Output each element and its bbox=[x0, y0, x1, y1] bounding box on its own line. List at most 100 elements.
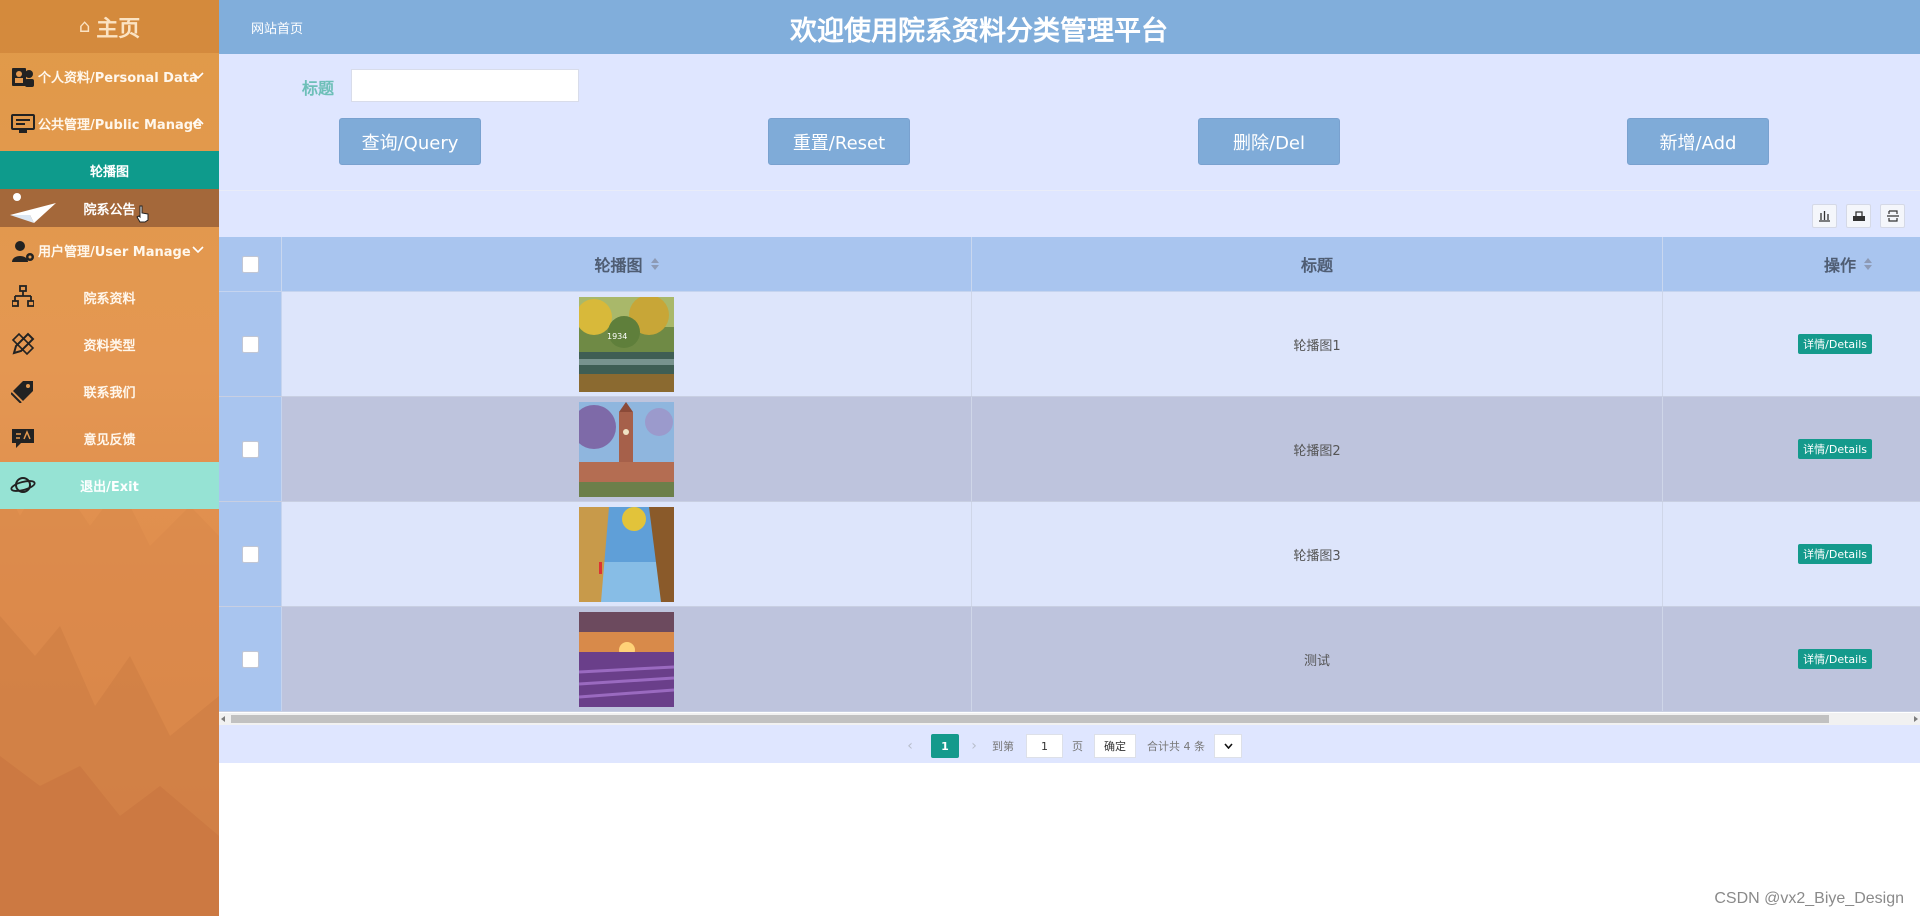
sidebar-subitem-notice[interactable]: 院系公告 bbox=[0, 189, 219, 227]
sidebar-item-exit[interactable]: 退出/Exit bbox=[0, 462, 219, 509]
action-cell: 详情/Details bbox=[1663, 397, 1920, 501]
goto-page-input[interactable]: 1 bbox=[1026, 734, 1063, 758]
row-check-cell bbox=[219, 292, 282, 396]
search-panel: 标题 查询/Query 重置/Reset 删除/Del 新增/Add bbox=[219, 54, 1920, 190]
page-title: 欢迎使用院系资料分类管理平台 bbox=[790, 16, 1168, 47]
watermark: CSDN @vx2_Biye_Design bbox=[1714, 890, 1904, 907]
sidebar-home[interactable]: ⌂ 主页 bbox=[0, 0, 219, 53]
sidebar-item-label: 联系我们 bbox=[83, 386, 136, 401]
sidebar-subitem-carousel[interactable]: 轮播图 bbox=[0, 151, 219, 189]
title-cell: 测试 bbox=[972, 607, 1663, 711]
row-checkbox[interactable] bbox=[241, 545, 259, 563]
sidebar-subitem-label: 院系公告 bbox=[83, 202, 136, 218]
column-header-label: 操作 bbox=[1823, 256, 1856, 275]
title-cell: 轮播图1 bbox=[972, 292, 1663, 396]
prev-page-button[interactable]: ‹ bbox=[903, 734, 917, 758]
print-icon bbox=[1886, 210, 1899, 222]
query-button[interactable]: 查询/Query bbox=[339, 118, 481, 165]
planet-icon bbox=[10, 472, 36, 498]
table-row: 轮播图2 详情/Details bbox=[219, 397, 1920, 502]
print-button[interactable] bbox=[1880, 204, 1905, 228]
sidebar-item-label: 意见反馈 bbox=[83, 433, 136, 448]
goto-prefix-label: 到第 bbox=[992, 740, 1014, 753]
reset-button[interactable]: 重置/Reset bbox=[768, 118, 910, 165]
sidebar-item-feedback[interactable]: 意见反馈 bbox=[0, 415, 219, 462]
carousel-table: 轮播图 标题 操作 1934 轮播图1 详情/Details 轮播图2 详情/D… bbox=[219, 237, 1920, 712]
table-row: 轮播图3 详情/Details bbox=[219, 502, 1920, 607]
row-check-cell bbox=[219, 502, 282, 606]
scroll-left-icon[interactable] bbox=[221, 716, 225, 722]
table-row: 1934 轮播图1 详情/Details bbox=[219, 292, 1920, 397]
details-button[interactable]: 详情/Details bbox=[1798, 334, 1872, 354]
top-header: 网站首页 欢迎使用院系资料分类管理平台 bbox=[219, 0, 1920, 54]
row-checkbox[interactable] bbox=[241, 650, 259, 668]
column-header-label: 轮播图 bbox=[594, 256, 643, 275]
confirm-button[interactable]: 确定 bbox=[1094, 734, 1136, 758]
paper-plane-icon bbox=[10, 193, 56, 223]
current-page[interactable]: 1 bbox=[931, 734, 959, 758]
columns-toggle-button[interactable] bbox=[1812, 204, 1837, 228]
sidebar-home-label: 主页 bbox=[96, 16, 141, 42]
carousel-thumbnail bbox=[579, 401, 674, 497]
sidebar-item-dept-data[interactable]: 院系资料 bbox=[0, 274, 219, 321]
sidebar-item-data-type[interactable]: 资料类型 bbox=[0, 321, 219, 368]
svg-text:1934: 1934 bbox=[607, 332, 627, 341]
user-gear-icon bbox=[10, 238, 36, 264]
title-cell: 轮播图3 bbox=[972, 502, 1663, 606]
add-button[interactable]: 新增/Add bbox=[1627, 118, 1769, 165]
column-header-image[interactable]: 轮播图 bbox=[282, 237, 972, 291]
sidebar-item-personal[interactable]: 个人资料/Personal Data bbox=[0, 53, 219, 100]
details-button[interactable]: 详情/Details bbox=[1798, 439, 1872, 459]
action-cell: 详情/Details bbox=[1663, 292, 1920, 396]
select-all-checkbox[interactable] bbox=[241, 255, 259, 273]
row-checkbox[interactable] bbox=[241, 335, 259, 353]
columns-icon bbox=[1819, 211, 1830, 222]
sidebar-item-label: 资料类型 bbox=[83, 339, 136, 354]
hierarchy-icon bbox=[10, 284, 36, 310]
scroll-right-icon[interactable] bbox=[1914, 716, 1918, 722]
table-toolbar bbox=[219, 190, 1920, 237]
horizontal-scrollbar[interactable] bbox=[219, 713, 1920, 725]
image-cell bbox=[282, 397, 972, 501]
sidebar-item-public[interactable]: 公共管理/Public Manage bbox=[0, 100, 219, 147]
delete-button[interactable]: 删除/Del bbox=[1198, 118, 1340, 165]
sidebar-item-label: 个人资料/Personal Data bbox=[38, 71, 198, 86]
chevron-down-icon bbox=[192, 246, 204, 254]
sidebar-item-user-manage[interactable]: 用户管理/User Manage bbox=[0, 227, 219, 274]
row-check-cell bbox=[219, 397, 282, 501]
row-check-cell bbox=[219, 607, 282, 711]
chevron-down-icon bbox=[192, 72, 204, 80]
sidebar-item-label: 退出/Exit bbox=[80, 480, 139, 495]
sort-icon[interactable] bbox=[650, 258, 659, 270]
page-size-select[interactable] bbox=[1214, 734, 1242, 758]
sidebar-item-contact[interactable]: 联系我们 bbox=[0, 368, 219, 415]
chat-bubble-icon bbox=[10, 425, 36, 451]
details-button[interactable]: 详情/Details bbox=[1798, 649, 1872, 669]
sidebar-subitem-label: 轮播图 bbox=[89, 164, 129, 180]
hand-cursor-icon bbox=[136, 205, 149, 223]
column-header-action[interactable]: 操作 bbox=[1663, 237, 1920, 291]
sort-icon[interactable] bbox=[1864, 258, 1872, 270]
sidebar: ⌂ 主页 个人资料/Personal Data 公共管理/Public Mana… bbox=[0, 0, 219, 916]
image-cell: 1934 bbox=[282, 292, 972, 396]
chevron-up-icon bbox=[192, 117, 204, 125]
next-page-button[interactable]: › bbox=[967, 734, 981, 758]
monitor-icon bbox=[10, 111, 36, 137]
total-count: 合计共 4 条 bbox=[1147, 740, 1205, 753]
scrollbar-thumb[interactable] bbox=[231, 715, 1829, 723]
sidebar-item-label: 院系资料 bbox=[83, 292, 136, 307]
column-header-title: 标题 bbox=[972, 237, 1663, 291]
export-button[interactable] bbox=[1846, 204, 1871, 228]
row-checkbox[interactable] bbox=[241, 440, 259, 458]
action-cell: 详情/Details bbox=[1663, 607, 1920, 711]
carousel-thumbnail: 1934 bbox=[579, 296, 674, 392]
title-cell: 轮播图2 bbox=[972, 397, 1663, 501]
export-icon bbox=[1852, 211, 1865, 221]
details-button[interactable]: 详情/Details bbox=[1798, 544, 1872, 564]
chevron-down-icon bbox=[1223, 743, 1233, 749]
home-icon: ⌂ bbox=[78, 16, 91, 37]
carousel-thumbnail bbox=[579, 611, 674, 707]
select-all-cell bbox=[219, 237, 282, 291]
title-search-input[interactable] bbox=[351, 69, 579, 102]
sidebar-item-label: 用户管理/User Manage bbox=[38, 245, 191, 260]
